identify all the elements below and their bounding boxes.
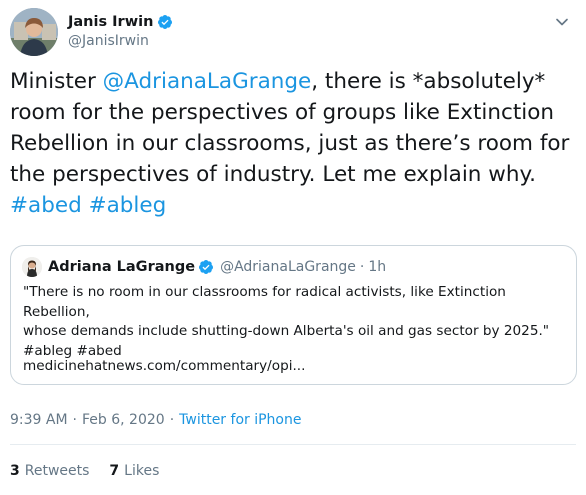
avatar[interactable] [10,8,58,56]
quoted-tweet-header: Adriana LaGrange @AdrianaLaGrange · 1h [22,257,386,277]
quoted-tweet-link[interactable]: medicinehatnews.com/commentary/opi... [23,358,305,374]
author-names: Janis Irwin @JanisIrwin [68,8,173,49]
tweet-text-segment: Minister [10,69,103,94]
avatar-image [10,8,58,56]
verified-badge-icon [158,14,173,29]
author-display-name[interactable]: Janis Irwin [68,14,153,30]
verified-badge-icon [199,260,214,274]
tweet-text-segment [82,193,89,218]
likes-label: Likes [124,463,160,479]
divider [10,444,576,445]
quoted-text-line: "There is no room in our classrooms for … [23,284,506,320]
retweets-stat[interactable]: 3 Retweets [10,463,89,479]
meta-separator: · [72,412,77,428]
quoted-tweet[interactable]: Adriana LaGrange @AdrianaLaGrange · 1h "… [10,245,577,385]
quoted-display-name[interactable]: Adriana LaGrange [48,259,195,275]
likes-count: 7 [109,463,120,479]
hashtag-link-ableg[interactable]: #ableg [89,193,167,218]
author-name-row: Janis Irwin [68,12,173,31]
quoted-text-line: whose demands include shutting-down Albe… [23,323,550,339]
tweet-source-link[interactable]: Twitter for iPhone [179,412,301,428]
retweets-count: 3 [10,463,20,479]
tweet-text: Minister @AdrianaLaGrange, there is *abs… [10,66,578,221]
mention-link[interactable]: @AdrianaLaGrange [103,69,312,94]
chevron-down-icon[interactable] [552,12,572,32]
tweet-date[interactable]: Feb 6, 2020 [82,412,165,428]
tweet-stats: 3 Retweets 7 Likes [10,463,179,479]
hashtag-link-abed[interactable]: #abed [10,193,82,218]
tweet-header: Janis Irwin @JanisIrwin [10,8,173,56]
quoted-tweet-text: "There is no room in our classrooms for … [23,283,568,361]
quoted-separator: · [359,259,365,275]
meta-separator: · [169,412,175,428]
author-handle[interactable]: @JanisIrwin [68,33,173,49]
tweet-time[interactable]: 9:39 AM [10,412,68,428]
quoted-avatar [22,257,42,277]
tweet-card: Janis Irwin @JanisIrwin Minister @Adrian… [0,0,586,495]
quoted-avatar-image [22,257,42,277]
quoted-timestamp[interactable]: 1h [368,259,386,275]
retweets-label: Retweets [24,463,90,479]
likes-stat[interactable]: 7 Likes [109,463,159,479]
tweet-metadata: 9:39 AM · Feb 6, 2020 · Twitter for iPho… [10,412,301,428]
quoted-handle[interactable]: @AdrianaLaGrange [220,259,356,275]
